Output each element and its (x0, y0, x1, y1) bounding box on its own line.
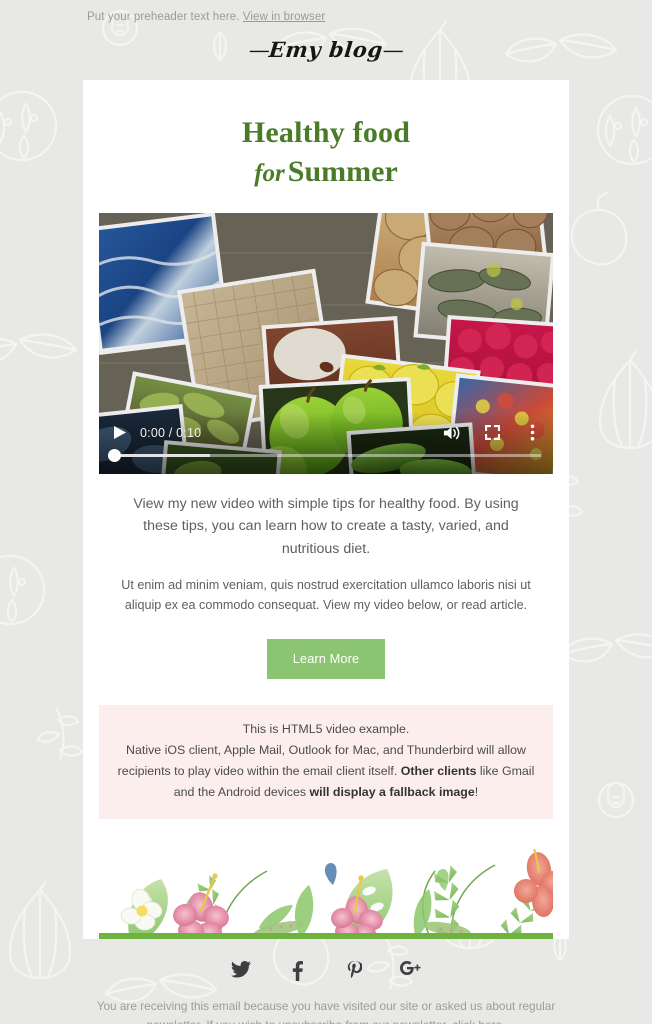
fullscreen-icon[interactable] (483, 424, 501, 442)
video-control-row: 0:00 / 0:10 (111, 420, 541, 446)
social-pinterest-icon[interactable] (338, 960, 370, 983)
lead-paragraph: View my new video with simple tips for h… (133, 495, 519, 557)
unsubscribe-link[interactable]: here (478, 1018, 502, 1024)
email-card: Healthy food for Summer 0:00 / 0:10 View… (83, 80, 569, 939)
page-title: Healthy food for Summer (83, 80, 569, 213)
brand-header: —Emy blog— (0, 23, 652, 80)
headline-line-1: Healthy food (241, 116, 411, 149)
floral-footer-container (83, 819, 569, 939)
email-page: Put your preheader text here. View in br… (0, 0, 652, 1024)
cta-container: Learn More (83, 615, 569, 705)
logo-dash-left: — (247, 38, 271, 62)
play-icon[interactable] (111, 424, 129, 442)
video-progress-handle[interactable] (108, 448, 121, 462)
body-copy: View my new video with simple tips for h… (83, 474, 569, 616)
video-controls-right (443, 424, 541, 442)
video-time-display: 0:00 / 0:10 (140, 425, 202, 440)
video-controls: 0:00 / 0:10 (99, 411, 553, 474)
video-player[interactable]: 0:00 / 0:10 (99, 212, 553, 474)
footer-disclaimer: You are receiving this email because you… (0, 997, 652, 1024)
social-facebook-icon[interactable] (282, 960, 314, 983)
preheader-text: Put your preheader text here. (87, 11, 240, 23)
notice-bold-other-clients: Other clients (400, 764, 477, 779)
html5-video-notice: This is HTML5 video example. Native iOS … (99, 705, 553, 819)
sub-paragraph: Ut enim ad minim veniam, quis nostrud ex… (121, 577, 531, 613)
view-in-browser-link[interactable]: View in browser (243, 11, 325, 23)
brand-logo[interactable]: —Emy blog— (248, 37, 405, 62)
learn-more-button[interactable]: Learn More (266, 639, 386, 680)
video-block: 0:00 / 0:10 (83, 212, 569, 474)
notice-line-1: This is HTML5 video example. (242, 722, 410, 737)
headline-line-2: for Summer (113, 152, 539, 191)
footer-text-b: . (502, 1018, 505, 1024)
logo-text: Emy blog (267, 37, 385, 62)
preheader: Put your preheader text here. View in br… (0, 0, 652, 23)
headline-summer-word: Summer (287, 154, 398, 188)
notice-container: This is HTML5 video example. Native iOS … (83, 705, 569, 819)
more-vertical-icon[interactable] (523, 424, 541, 442)
video-controls-left: 0:00 / 0:10 (111, 424, 201, 442)
headline-for-word: for (254, 159, 285, 187)
notice-bold-fallback: will display a fallback image (309, 784, 475, 799)
floral-footer-image (99, 848, 553, 939)
social-twitter-icon[interactable] (225, 960, 257, 983)
volume-icon[interactable] (443, 424, 461, 442)
logo-dash-right: — (381, 38, 405, 62)
notice-line-2c: ! (474, 784, 479, 799)
video-progress-bar[interactable] (108, 448, 541, 462)
social-links (0, 939, 652, 997)
video-progress-filled (111, 453, 210, 457)
social-googleplus-icon[interactable] (395, 960, 427, 983)
